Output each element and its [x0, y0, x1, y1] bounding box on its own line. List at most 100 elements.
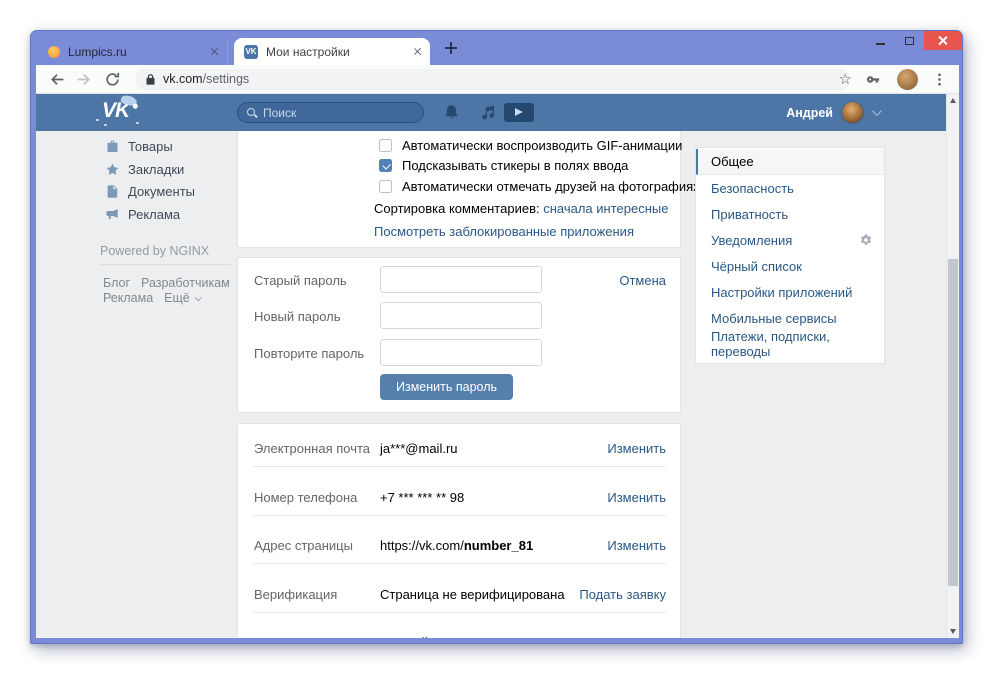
menu-item-label: Уведомления: [711, 232, 793, 248]
old-password-field[interactable]: [380, 266, 542, 293]
page-address-row: Адрес страницы https://vk.com/number_81 …: [238, 521, 680, 569]
footer-link-more[interactable]: Ещё: [164, 291, 190, 305]
row-value: ja***@mail.ru: [380, 441, 458, 456]
sidebar-item-label: Реклама: [128, 206, 181, 222]
change-link[interactable]: Изменить: [607, 490, 666, 505]
new-tab-button[interactable]: [443, 40, 459, 56]
lumpics-favicon-icon: [48, 45, 60, 58]
row-value: Русский: [380, 635, 428, 638]
sidebar-item-bookmarks[interactable]: Закладки: [100, 158, 184, 180]
row-label: Язык: [254, 635, 284, 638]
address-bar[interactable]: vk.com/settings: [135, 68, 850, 90]
sticker-suggest-checkbox[interactable]: [379, 159, 392, 172]
row-value: https://vk.com/number_81: [380, 538, 533, 553]
scroll-down-icon[interactable]: [950, 629, 956, 634]
row-value: +7 *** *** ** 98: [380, 490, 465, 505]
repeat-password-label: Повторите пароль: [254, 346, 365, 361]
auto-tag-friends-checkbox[interactable]: [379, 180, 392, 193]
row-divider: [253, 515, 666, 516]
chevron-down-icon: [194, 293, 202, 301]
repeat-password-field[interactable]: [380, 339, 542, 366]
checkbox-row-tag-friends: Автоматически отмечать друзей на фотогра…: [379, 179, 700, 194]
page-viewport: VK Поиск Андрей Товары Закладки Документ…: [36, 94, 959, 638]
window-controls: [866, 31, 962, 50]
gear-icon[interactable]: [859, 233, 873, 247]
menu-item-label: Чёрный список: [711, 258, 802, 274]
menu-item-label: Мобильные сервисы: [711, 310, 837, 326]
sidebar-divider: [100, 264, 231, 265]
page-scrollbar[interactable]: [946, 94, 959, 638]
change-link[interactable]: Изменить: [607, 538, 666, 553]
address-screen-name: number_81: [463, 538, 534, 553]
footer-link-blog[interactable]: Блог: [103, 276, 130, 290]
tab-lumpics[interactable]: Lumpics.ru: [38, 38, 228, 65]
megaphone-icon: [106, 208, 118, 219]
maximize-icon: [905, 36, 914, 45]
browser-menu-icon[interactable]: [932, 72, 947, 87]
comments-sort-value-link[interactable]: сначала интересные: [543, 201, 668, 216]
document-icon: [107, 184, 118, 198]
old-password-label: Старый пароль: [254, 273, 347, 288]
browser-profile-avatar[interactable]: [897, 68, 918, 90]
vk-logo[interactable]: VK: [96, 94, 139, 125]
key-icon[interactable]: [866, 71, 883, 88]
music-note-icon[interactable]: [480, 104, 497, 121]
close-button[interactable]: [924, 31, 962, 50]
gif-autoplay-checkbox[interactable]: [379, 139, 392, 152]
menu-item-notifications[interactable]: Уведомления: [696, 227, 884, 253]
new-password-field[interactable]: [380, 302, 542, 329]
footer-link-developers[interactable]: Разработчикам: [141, 276, 230, 290]
browser-window: Lumpics.ru VK Мои настройки vk.com/setti…: [30, 30, 963, 644]
change-link[interactable]: Изменить: [607, 635, 666, 638]
menu-item-security[interactable]: Безопасность: [696, 175, 884, 201]
checkbox-label: Автоматически отмечать друзей на фотогра…: [402, 179, 700, 194]
footer-links-row2: Реклама Ещё: [103, 291, 202, 305]
tab-title: Мои настройки: [266, 44, 350, 59]
sidebar-item-goods[interactable]: Товары: [100, 135, 173, 157]
password-card: Старый пароль Отмена Новый пароль Повтор…: [237, 257, 681, 413]
change-link[interactable]: Изменить: [607, 441, 666, 456]
menu-item-general[interactable]: Общее: [696, 149, 884, 175]
menu-item-privacy[interactable]: Приватность: [696, 201, 884, 227]
video-play-icon[interactable]: [504, 103, 534, 122]
blocked-apps-row: Посмотреть заблокированные приложения: [374, 224, 634, 239]
scrollbar-thumb[interactable]: [948, 259, 958, 586]
bookmark-star-icon[interactable]: ☆: [839, 71, 852, 87]
blocked-apps-link[interactable]: Посмотреть заблокированные приложения: [374, 224, 634, 239]
menu-item-apps[interactable]: Настройки приложений: [696, 279, 884, 305]
search-input[interactable]: Поиск: [237, 102, 424, 123]
reload-icon[interactable]: [104, 71, 121, 88]
comments-sort-label: Сортировка комментариев:: [374, 201, 540, 216]
tab-vk-settings[interactable]: VK Мои настройки: [234, 38, 430, 65]
comments-sort-row: Сортировка комментариев: сначала интерес…: [374, 201, 668, 216]
change-password-button[interactable]: Изменить пароль: [380, 374, 514, 400]
menu-item-payments[interactable]: Платежи, подписки, переводы: [696, 329, 884, 359]
chevron-down-icon: [871, 106, 882, 117]
forward-icon[interactable]: [76, 71, 93, 88]
url-path: /settings: [202, 72, 250, 86]
sidebar-item-ads[interactable]: Реклама: [100, 203, 180, 225]
cancel-link[interactable]: Отмена: [619, 273, 666, 288]
user-menu[interactable]: Андрей: [786, 94, 882, 131]
search-placeholder: Поиск: [263, 105, 297, 120]
minimize-button[interactable]: [866, 31, 895, 50]
menu-item-mobile[interactable]: Мобильные сервисы: [696, 305, 884, 331]
menu-item-blacklist[interactable]: Чёрный список: [696, 253, 884, 279]
checkbox-row-stickers: Подсказывать стикеры в полях ввода: [379, 158, 628, 173]
notifications-bell-icon[interactable]: [443, 104, 460, 121]
footer-link-ads[interactable]: Реклама: [103, 291, 153, 305]
sidebar-item-documents[interactable]: Документы: [100, 180, 195, 202]
back-icon[interactable]: [48, 71, 65, 88]
sidebar-item-label: Документы: [128, 183, 196, 199]
scroll-up-icon[interactable]: [950, 98, 956, 103]
menu-item-label: Приватность: [711, 206, 789, 222]
maximize-button[interactable]: [895, 31, 924, 50]
checkbox-label: Подсказывать стикеры в полях ввода: [402, 158, 629, 173]
snow-dots-icon: [96, 118, 132, 125]
user-name: Андрей: [786, 105, 833, 120]
checkbox-row-gif: Автоматически воспроизводить GIF-анимаци…: [379, 138, 682, 153]
tab-close-icon[interactable]: [210, 47, 219, 56]
general-settings-card: Автоматически воспроизводить GIF-анимаци…: [237, 126, 700, 248]
tab-close-icon[interactable]: [413, 47, 422, 56]
apply-link[interactable]: Подать заявку: [579, 587, 666, 602]
